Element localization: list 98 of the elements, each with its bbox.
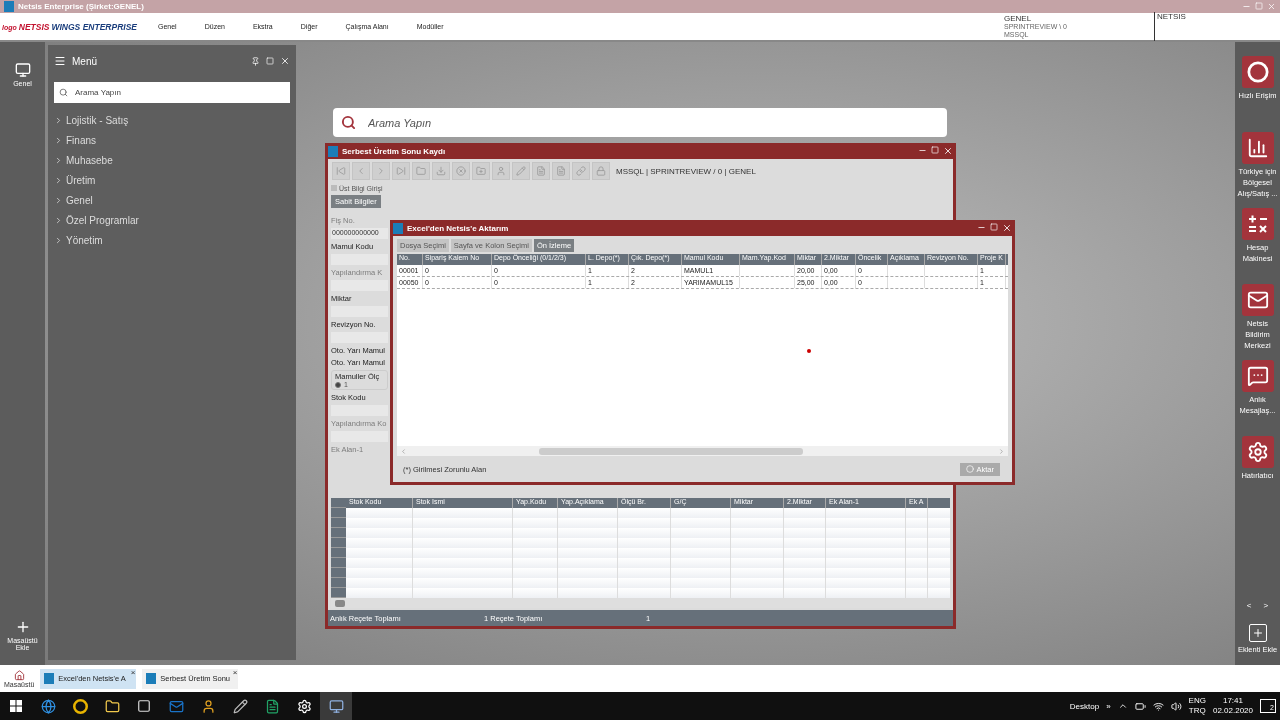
ring-icon bbox=[1246, 61, 1269, 83]
close-icon[interactable] bbox=[943, 146, 953, 156]
battery-icon[interactable] bbox=[1134, 700, 1146, 712]
row-header bbox=[331, 588, 346, 598]
lock-icon bbox=[596, 166, 606, 176]
menu-item[interactable]: Yönetim bbox=[54, 230, 290, 250]
maximize-icon[interactable] bbox=[266, 57, 274, 65]
new-folder-icon bbox=[476, 166, 486, 176]
windows-icon bbox=[10, 700, 22, 712]
desktop-toolbar[interactable]: Desktop bbox=[1069, 701, 1100, 711]
window-title: Serbest Üretim Sonu Kaydı bbox=[342, 146, 446, 156]
previous-icon bbox=[356, 166, 366, 176]
row-header bbox=[331, 528, 346, 538]
ring-icon bbox=[72, 698, 88, 714]
cancel-icon bbox=[456, 166, 466, 176]
menu-item[interactable]: Muhasebe bbox=[54, 150, 290, 170]
pin-icon[interactable] bbox=[251, 56, 260, 66]
last-icon bbox=[396, 166, 406, 176]
plus-icon bbox=[1251, 627, 1264, 639]
first-icon bbox=[336, 166, 346, 176]
previous-arrow[interactable]: < bbox=[1246, 601, 1252, 610]
user-name: NETSIS bbox=[1157, 12, 1186, 21]
tile-button[interactable] bbox=[1241, 208, 1274, 240]
overflow-button[interactable]: » bbox=[1106, 701, 1111, 711]
tile-button[interactable] bbox=[1241, 56, 1274, 88]
company-name: GENEL bbox=[1004, 14, 1033, 23]
tile-button[interactable] bbox=[1241, 436, 1274, 468]
square-icon bbox=[137, 699, 151, 713]
menu-item[interactable]: Özel Programlar bbox=[54, 210, 290, 230]
close-icon[interactable] bbox=[280, 56, 290, 66]
globe-icon bbox=[40, 698, 56, 714]
close-button[interactable]: × bbox=[232, 667, 238, 677]
row-header bbox=[331, 538, 346, 548]
maximize-icon[interactable] bbox=[990, 223, 998, 231]
scroll-thumb[interactable] bbox=[335, 599, 345, 607]
volume-icon[interactable] bbox=[1170, 700, 1182, 712]
dialog-title: Excel'den Netsis'e Aktarım bbox=[407, 223, 509, 233]
home-icon bbox=[13, 669, 25, 681]
circle-icon bbox=[966, 465, 975, 473]
close-button[interactable]: × bbox=[130, 667, 136, 677]
scroll-thumb[interactable] bbox=[539, 447, 803, 455]
clock[interactable]: 17:41 02.02.2020 bbox=[1212, 696, 1253, 716]
monitor-icon bbox=[328, 698, 344, 714]
tile-button[interactable] bbox=[1241, 284, 1274, 316]
app-icon bbox=[328, 145, 338, 157]
folder-icon bbox=[416, 166, 426, 176]
folder-icon bbox=[104, 698, 120, 714]
window-title: Netsis Enterprise (Şirket:GENEL) bbox=[18, 2, 144, 11]
document-icon bbox=[556, 166, 566, 176]
checkbox[interactable] bbox=[331, 185, 337, 191]
bar-chart-icon bbox=[1246, 137, 1269, 159]
maximize-icon[interactable] bbox=[931, 146, 939, 154]
language-indicator[interactable]: ENG TRQ bbox=[1188, 696, 1206, 716]
row-header bbox=[331, 558, 346, 568]
radio-button[interactable] bbox=[335, 381, 341, 388]
menu-icon[interactable] bbox=[54, 55, 66, 67]
chat-icon bbox=[1246, 365, 1269, 387]
connection-info: MSSQL | SPRINTREVIEW / 0 | GENEL bbox=[616, 166, 756, 176]
document-icon bbox=[536, 166, 546, 176]
search-icon bbox=[341, 115, 356, 130]
monitor-icon bbox=[14, 62, 31, 78]
row-header bbox=[331, 568, 346, 578]
row-header bbox=[331, 578, 346, 588]
user-icon bbox=[496, 166, 506, 176]
next-arrow[interactable]: > bbox=[1263, 601, 1269, 610]
menu-item[interactable]: Lojistik - Satış bbox=[54, 110, 290, 130]
math-symbols-icon bbox=[1246, 213, 1269, 235]
search-field[interactable]: Arama Yapın bbox=[333, 108, 947, 137]
download-icon bbox=[436, 166, 446, 176]
menu-item[interactable]: Genel bbox=[54, 190, 290, 210]
search-icon bbox=[59, 88, 68, 97]
app-icon bbox=[44, 673, 55, 684]
gear-icon bbox=[1246, 441, 1269, 463]
app-icon bbox=[4, 1, 14, 12]
mail-icon bbox=[168, 698, 184, 714]
network-icon[interactable] bbox=[1152, 700, 1164, 712]
document-icon bbox=[264, 698, 280, 714]
gear-icon bbox=[296, 698, 312, 714]
pencil-icon bbox=[232, 698, 248, 714]
add-button[interactable] bbox=[1248, 624, 1267, 642]
mail-icon bbox=[1246, 289, 1269, 311]
dot-icon bbox=[807, 349, 811, 353]
link-icon bbox=[576, 166, 586, 176]
app-icon bbox=[393, 222, 403, 234]
scrollbar[interactable] bbox=[397, 446, 1008, 456]
menu-item[interactable]: Finans bbox=[54, 130, 290, 150]
next-icon bbox=[376, 166, 386, 176]
pencil-icon bbox=[516, 166, 526, 176]
close-icon[interactable] bbox=[1002, 223, 1012, 233]
tile-button[interactable] bbox=[1241, 360, 1274, 392]
panel-title: Menü bbox=[72, 55, 97, 67]
search-field[interactable]: Arama Yapın bbox=[54, 82, 290, 103]
row-header bbox=[331, 518, 346, 528]
app-icon bbox=[146, 673, 157, 684]
user-icon bbox=[200, 698, 216, 714]
menu-item[interactable]: Üretim bbox=[54, 170, 290, 190]
tile-button[interactable] bbox=[1241, 132, 1274, 164]
row-header bbox=[331, 548, 346, 558]
